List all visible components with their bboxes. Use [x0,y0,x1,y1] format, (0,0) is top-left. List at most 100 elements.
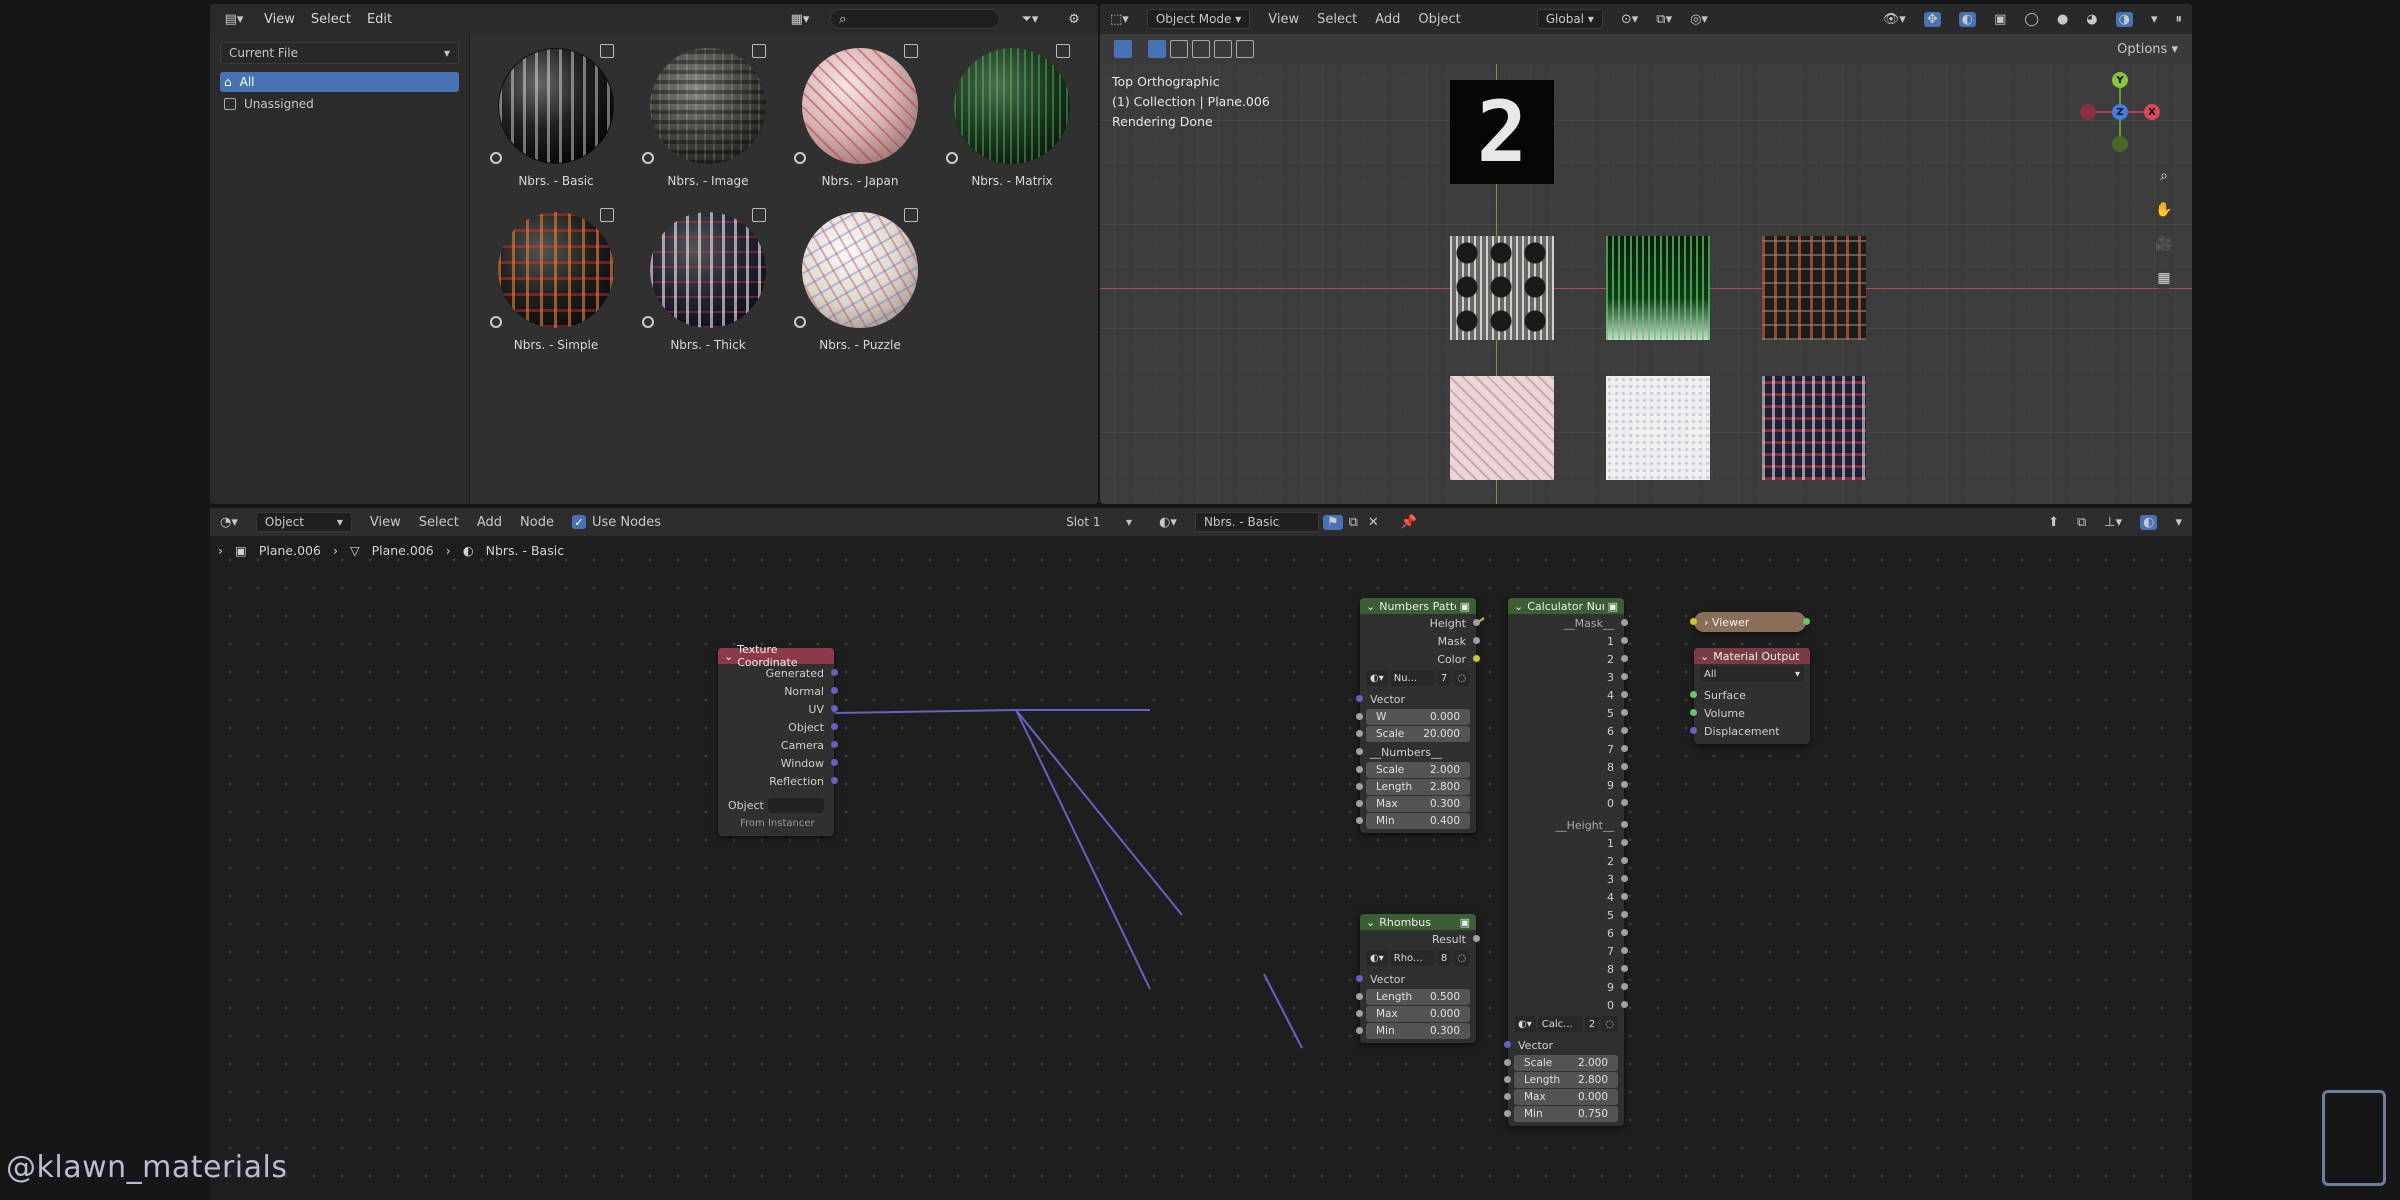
node-field[interactable]: Length 0.500 [1356,989,1470,1005]
node-field[interactable]: Min 0.400 [1356,813,1470,829]
gizmo-neg-x-icon[interactable] [2080,104,2096,120]
output-socket[interactable] [1621,929,1628,936]
input-socket[interactable] [1504,1093,1511,1100]
target-dropdown[interactable]: All ▾ [1700,666,1804,682]
visibility-icon[interactable]: 👁▾ [1883,12,1906,27]
overlay-toggle-icon[interactable]: ◐ [2140,514,2158,530]
output-socket[interactable] [831,723,838,730]
catalog-item-unassigned[interactable]: Unassigned [220,94,459,114]
group-name[interactable]: Nu... [1389,670,1435,686]
pivot-icon[interactable]: ⊙▾ [1621,12,1638,27]
output-socket[interactable] [1621,839,1628,846]
proportional-edit-icon[interactable]: ◎▾ [1690,12,1708,27]
asset-item[interactable]: Nbrs. - Simple [480,208,632,372]
select-subtract-icon[interactable] [1192,40,1210,58]
node-calculator-numbers[interactable]: ⌄ Calculator Numbers ▣ __Mask__ 1 2 3 4 5 6 7 8 9 0… [1504,598,1628,1126]
gizmo-z-icon[interactable]: Z [2112,104,2128,120]
use-nodes-toggle[interactable]: ✓ Use Nodes [571,515,661,530]
node-field[interactable]: Max 0.000 [1504,1089,1618,1105]
menu-add[interactable]: Add [477,515,502,530]
input-socket[interactable] [1690,691,1697,698]
output-socket[interactable] [1621,947,1628,954]
output-socket[interactable] [831,741,838,748]
menu-edit[interactable]: Edit [367,12,392,27]
input-socket[interactable] [1504,1041,1511,1048]
select-new-icon[interactable] [1148,40,1166,58]
node-header[interactable]: ⌄ Material Output [1694,648,1810,664]
node-numbers-pattern[interactable]: ⌄ Numbers Pattern ▣ Height Mask Color ◐▾ N… [1356,598,1480,833]
edit-icon[interactable] [752,208,766,222]
catalog-item-all[interactable]: ⌂ All [220,72,459,92]
material-name-field[interactable]: Nbrs. - Basic [1194,512,1319,532]
node-field[interactable]: Min 0.300 [1356,1023,1470,1039]
snap-icon[interactable]: ⧉▾ [1656,12,1672,27]
edit-icon[interactable] [904,44,918,58]
node-header[interactable]: ⌄ Numbers Pattern ▣ [1360,598,1476,614]
gizmo-y-icon[interactable]: Y [2112,72,2128,88]
node-material-output[interactable]: ⌄ Material Output All ▾ Surface Volume Dis… [1690,648,1810,744]
from-instancer-checkbox[interactable]: From Instancer [718,814,834,832]
output-socket[interactable] [1621,911,1628,918]
output-socket[interactable] [1621,799,1628,806]
group-name[interactable]: Rho... [1389,950,1435,966]
shield-icon[interactable]: ◌ [1601,1016,1618,1032]
hand-icon[interactable]: ✋ [2152,198,2176,222]
display-mode-icon[interactable]: ▦▾ [786,8,814,30]
viewport-plane-digit[interactable]: 2 [1450,80,1554,184]
input-socket[interactable] [1356,783,1363,790]
edit-icon[interactable] [600,208,614,222]
input-socket[interactable] [1356,730,1363,737]
editor-type-icon[interactable]: ◔▾ [220,515,238,530]
output-socket[interactable] [1621,709,1628,716]
gear-icon[interactable]: ⚙ [1060,8,1088,30]
filter-icon[interactable]: ⏷▾ [1016,8,1044,30]
fake-user-icon[interactable]: ⚑ [1322,514,1343,530]
output-socket[interactable] [831,669,838,676]
output-socket[interactable] [1621,893,1628,900]
viewport-plane-image[interactable] [1450,236,1554,340]
node-editor-canvas[interactable]: › ▣ Plane.006 › ▽ Plane.006 › ◐ Nbrs. - … [210,536,2192,1200]
editor-type-icon[interactable]: ⬚▾ [1110,12,1129,27]
viewport-plane-thick[interactable] [1762,376,1866,480]
asset-item[interactable]: Nbrs. - Matrix [936,44,1088,208]
shading-rendered-icon[interactable]: ◑ [2115,11,2133,27]
group-browse-icon[interactable]: ◐▾ [1366,950,1388,966]
input-socket[interactable] [1690,709,1697,716]
menu-add[interactable]: Add [1375,12,1400,27]
asset-item[interactable]: Nbrs. - Japan [784,44,936,208]
input-socket[interactable] [1356,975,1363,982]
menu-view[interactable]: View [1268,12,1299,27]
node-group-selector[interactable]: ◐▾ Calc... 2 ◌ [1514,1016,1618,1034]
input-socket[interactable] [1504,1110,1511,1117]
viewport-plane-puzzle[interactable] [1606,376,1710,480]
editor-type-icon[interactable]: ▤▾ [220,8,248,30]
viewport-plane-matrix[interactable] [1606,236,1710,340]
shield-icon[interactable]: ◌ [1453,670,1470,686]
shading-material-icon[interactable]: ◕ [2086,12,2097,27]
select-extend-icon[interactable] [1170,40,1188,58]
shader-type-select[interactable]: Object ▾ [255,512,352,532]
output-socket[interactable] [831,777,838,784]
input-socket[interactable] [1356,800,1363,807]
viewport-plane-japan[interactable] [1450,376,1554,480]
output-socket[interactable] [1621,655,1628,662]
select-intersect-icon[interactable] [1236,40,1254,58]
input-socket[interactable] [1356,766,1363,773]
output-socket[interactable] [1621,673,1628,680]
target-select[interactable]: All ▾ [1700,666,1804,684]
output-socket[interactable] [1621,857,1628,864]
output-socket[interactable] [1621,619,1628,626]
output-socket[interactable] [1621,691,1628,698]
shading-wireframe-icon[interactable]: ◯ [2024,12,2039,27]
menu-view[interactable]: View [370,515,401,530]
menu-select[interactable]: Select [1317,12,1357,27]
output-socket[interactable] [1473,655,1480,662]
input-socket[interactable] [1504,1059,1511,1066]
node-texture-coordinate[interactable]: ⌄ Texture Coordinate Generated Normal UV … [718,643,838,836]
snap-icon[interactable]: ⧉ [2077,515,2086,530]
collapse-icon[interactable]: ⌄ [1514,600,1523,613]
input-socket[interactable] [1504,1076,1511,1083]
node-group-selector[interactable]: ◐▾ Nu... 7 ◌ [1366,670,1470,688]
chevron-down-icon[interactable]: ▾ [2151,12,2158,27]
edit-icon[interactable] [904,208,918,222]
